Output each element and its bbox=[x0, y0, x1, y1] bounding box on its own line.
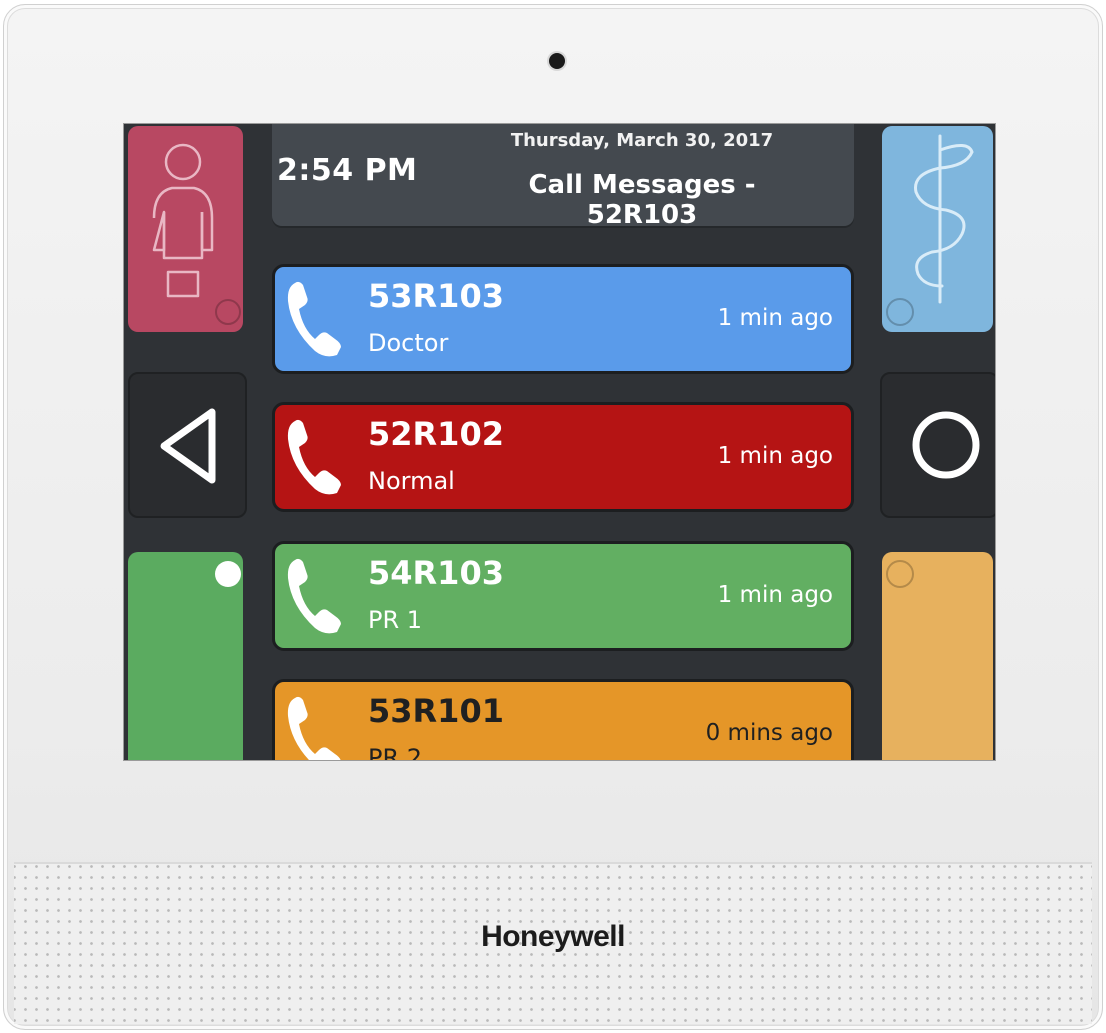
brand-logo: Honeywell bbox=[481, 920, 625, 953]
clock-time: 2:54 PM bbox=[277, 153, 418, 188]
call-time-ago: 1 min ago bbox=[717, 305, 833, 331]
call-room: 54R103 bbox=[368, 554, 504, 592]
orange-status-tile[interactable] bbox=[882, 552, 993, 760]
call-type: PR 1 bbox=[368, 606, 423, 634]
camera-lens bbox=[549, 53, 565, 69]
call-card[interactable]: 54R103 PR 1 1 min ago bbox=[272, 541, 854, 651]
call-card[interactable]: 52R102 Normal 1 min ago bbox=[272, 402, 854, 512]
call-time-ago: 1 min ago bbox=[717, 582, 833, 608]
call-type: Normal bbox=[368, 467, 455, 495]
call-time-ago: 1 min ago bbox=[717, 443, 833, 469]
patient-tile[interactable] bbox=[128, 126, 243, 332]
call-card[interactable]: 53R103 Doctor 1 min ago bbox=[272, 264, 854, 374]
call-time-ago: 0 mins ago bbox=[705, 720, 833, 746]
home-circle-icon bbox=[912, 411, 980, 479]
call-card[interactable]: 53R101 PR 2 0 mins ago bbox=[272, 679, 854, 761]
phone-icon bbox=[287, 558, 341, 634]
status-ring-icon bbox=[886, 560, 914, 588]
home-button[interactable] bbox=[880, 372, 995, 518]
call-room: 52R102 bbox=[368, 415, 504, 453]
green-status-tile[interactable] bbox=[128, 552, 243, 760]
back-button[interactable] bbox=[128, 372, 247, 518]
phone-icon bbox=[287, 281, 341, 357]
call-room: 53R101 bbox=[368, 692, 504, 730]
phone-icon bbox=[287, 696, 341, 760]
intercom-device: 2:54 PM Thursday, March 30, 2017 Call Me… bbox=[3, 4, 1103, 1030]
current-date: Thursday, March 30, 2017 bbox=[510, 130, 774, 151]
back-triangle-icon bbox=[160, 408, 216, 484]
caduceus-icon bbox=[886, 134, 974, 326]
phone-icon bbox=[287, 419, 341, 495]
screen-header: 2:54 PM Thursday, March 30, 2017 Call Me… bbox=[272, 124, 854, 230]
call-type: PR 2 bbox=[368, 744, 423, 761]
doctor-tile[interactable] bbox=[882, 126, 993, 332]
indicator-dot-icon bbox=[215, 561, 241, 587]
touch-screen: 2:54 PM Thursday, March 30, 2017 Call Me… bbox=[123, 123, 996, 761]
page-title: Call Messages - 52R103 bbox=[528, 170, 756, 230]
call-room: 53R103 bbox=[368, 277, 504, 315]
patient-icon bbox=[152, 143, 241, 325]
call-type: Doctor bbox=[368, 329, 449, 357]
